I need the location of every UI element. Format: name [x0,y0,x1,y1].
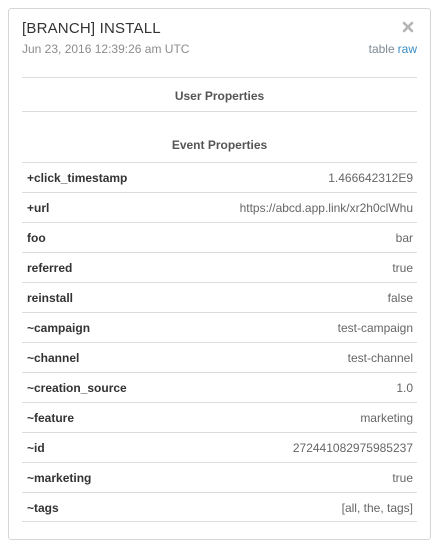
property-key: foo [27,231,46,245]
event-title: [BRANCH] INSTALL [22,20,161,37]
property-key: ~creation_source [27,381,127,395]
property-key: ~tags [27,501,59,515]
property-key: +click_timestamp [27,171,128,185]
property-key: ~marketing [27,471,92,485]
divider [22,111,417,112]
property-value: https://abcd.app.link/xr2h0clWhu [239,201,413,215]
table-view-link[interactable]: table [369,42,395,56]
property-row: +click_timestamp 1.466642312E9 [22,162,417,192]
property-key: ~campaign [27,321,91,335]
property-row: ~creation_source 1.0 [22,372,417,402]
user-properties-heading: User Properties [22,77,417,107]
property-value: true [392,471,413,485]
property-value: 1.0 [396,381,413,395]
property-value: marketing [360,411,413,425]
event-details-card: [BRANCH] INSTALL Jun 23, 2016 12:39:26 a… [8,8,431,540]
property-value: false [387,291,413,305]
property-value: [all, the, tags] [341,501,413,515]
property-value: 1.466642312E9 [328,171,413,185]
raw-view-link[interactable]: raw [398,42,417,56]
close-icon[interactable] [401,20,415,34]
property-value: test-campaign [337,321,413,335]
property-row: ~channel test-channel [22,342,417,372]
property-key: referred [27,261,73,275]
property-key: +url [27,201,50,215]
property-row: foo bar [22,222,417,252]
event-timestamp: Jun 23, 2016 12:39:26 am UTC [22,42,190,56]
event-properties-table: +click_timestamp 1.466642312E9 +url http… [22,162,417,522]
property-row: reinstall false [22,282,417,312]
property-value: test-channel [347,351,413,365]
property-row: ~campaign test-campaign [22,312,417,342]
property-row: ~marketing true [22,462,417,492]
property-key: reinstall [27,291,74,305]
property-value: 272441082975985237 [292,441,413,455]
property-value: true [392,261,413,275]
property-value: bar [395,231,413,245]
property-row: ~id 272441082975985237 [22,432,417,462]
property-key: ~feature [27,411,75,425]
event-header: [BRANCH] INSTALL Jun 23, 2016 12:39:26 a… [22,20,417,60]
property-row: ~feature marketing [22,402,417,432]
property-row: +url https://abcd.app.link/xr2h0clWhu [22,192,417,222]
property-key: ~id [27,441,45,455]
property-row: referred true [22,252,417,282]
property-key: ~channel [27,351,80,365]
view-toggle: table raw [369,42,417,56]
event-properties-heading: Event Properties [171,138,268,152]
property-row: ~tags [all, the, tags] [22,492,417,522]
